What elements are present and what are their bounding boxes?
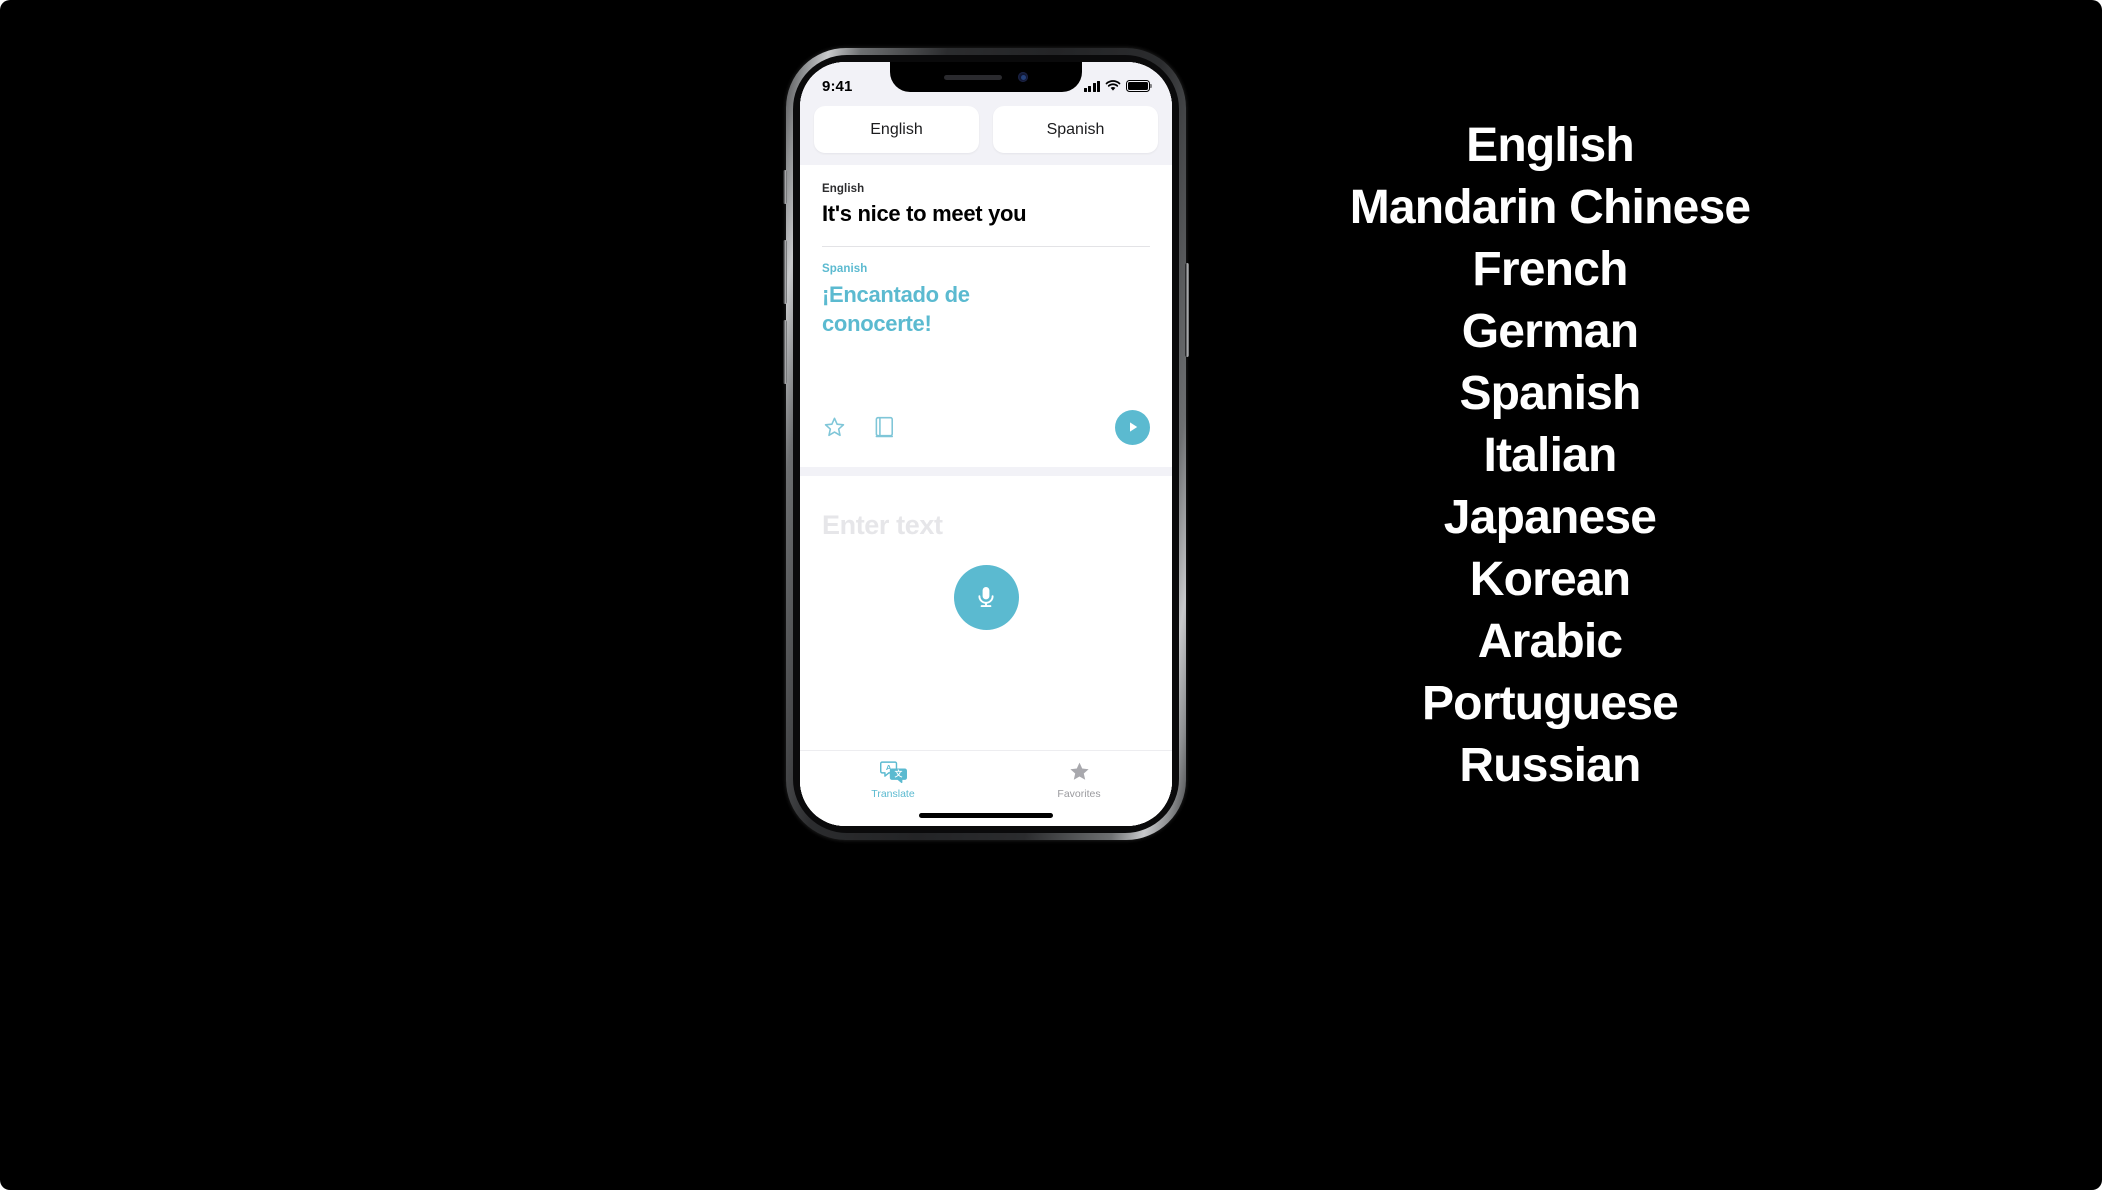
star-outline-icon[interactable] <box>822 415 847 440</box>
card-divider <box>822 245 1150 247</box>
target-language-heading: Spanish <box>822 262 868 275</box>
phone-screen: 9:41 English Spanish English It's nice t… <box>800 62 1172 826</box>
volume-up-button[interactable] <box>783 240 787 304</box>
microphone-icon <box>978 587 994 608</box>
star-filled-icon <box>1069 762 1089 780</box>
card-action-icons <box>822 415 896 440</box>
tab-translate-label: Translate <box>871 788 915 800</box>
tab-favorites-label: Favorites <box>1057 788 1101 800</box>
language-list-item: Mandarin Chinese <box>1349 181 1751 234</box>
language-list-item: French <box>1472 243 1628 296</box>
target-language-label: Spanish <box>1046 120 1105 138</box>
language-list-item: English <box>1466 119 1635 172</box>
battery-full-icon <box>1126 80 1153 92</box>
play-audio-button[interactable] <box>1115 409 1150 445</box>
front-camera-icon <box>1018 72 1028 82</box>
translate-bubbles-icon: A 文 <box>879 761 907 784</box>
supported-languages-list: English Mandarin Chinese French German S… <box>1250 115 1850 797</box>
card-actions <box>822 338 1150 467</box>
source-language-button[interactable]: English <box>814 106 979 153</box>
home-indicator[interactable] <box>919 813 1053 818</box>
svg-text:文: 文 <box>894 769 902 779</box>
wifi-icon <box>1105 80 1121 91</box>
power-button[interactable] <box>1185 263 1189 357</box>
translate-app: 9:41 English Spanish English It's nice t… <box>800 62 1172 826</box>
translation-card: English It's nice to meet you Spanish ¡E… <box>800 165 1172 467</box>
source-language-heading: English <box>822 183 865 195</box>
translated-text: ¡Encantado de conocerte! <box>822 281 970 336</box>
language-list-item: Portuguese <box>1421 677 1679 730</box>
language-list-item: Italian <box>1483 429 1617 482</box>
tab-favorites[interactable]: Favorites <box>986 760 1172 800</box>
status-bar-indicators <box>1083 76 1153 92</box>
enter-text-placeholder: Enter text <box>822 509 943 540</box>
target-language-button[interactable]: Spanish <box>993 106 1158 153</box>
language-list-item: German <box>1461 305 1639 358</box>
tab-translate[interactable]: A 文 Translate <box>800 760 986 800</box>
source-language-label: English <box>870 120 923 138</box>
earpiece-speaker <box>944 74 1002 80</box>
notch <box>890 62 1082 92</box>
language-list-item: Japanese <box>1443 491 1657 544</box>
language-list-item: Korean <box>1469 553 1631 606</box>
language-list-item: Spanish <box>1459 367 1641 420</box>
source-text: It's nice to meet you <box>822 201 1027 226</box>
microphone-button[interactable] <box>953 564 1019 630</box>
volume-down-button[interactable] <box>783 320 787 384</box>
status-bar-time: 9:41 <box>822 77 853 95</box>
iphone-device: 9:41 English Spanish English It's nice t… <box>783 48 1189 840</box>
screenshot-canvas: 9:41 English Spanish English It's nice t… <box>0 0 2102 1190</box>
language-list-item: Russian <box>1459 739 1641 792</box>
section-separator <box>800 466 1172 476</box>
book-outline-icon[interactable] <box>873 415 896 440</box>
signal-bars-icon <box>1083 80 1100 92</box>
silent-switch-button[interactable] <box>783 170 787 204</box>
play-icon <box>1129 422 1137 432</box>
language-list-item: Arabic <box>1477 615 1623 668</box>
